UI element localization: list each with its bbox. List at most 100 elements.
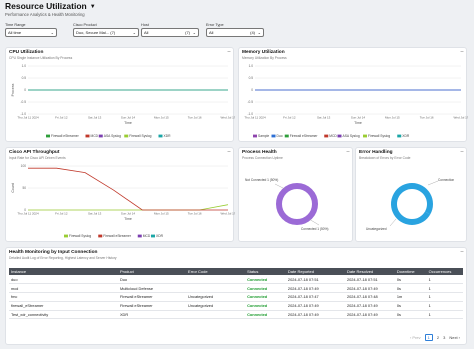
- legend-swatch: [253, 134, 257, 138]
- legend-swatch: [98, 134, 103, 138]
- table-cell: 0s: [394, 283, 427, 294]
- legend-swatch: [64, 234, 68, 238]
- table-cell: Connected: [245, 301, 286, 311]
- column-header[interactable]: Date Resolved: [344, 268, 395, 275]
- legend-label: Sample: [258, 134, 269, 138]
- donut-slice-connection: [411, 183, 433, 215]
- chevron-down-icon[interactable]: ▼: [90, 4, 96, 10]
- legend-swatch: [363, 134, 367, 138]
- host-select[interactable]: All (7) ⌄: [141, 28, 199, 37]
- table-row[interactable]: Test_xdr_connectivity XDR Connected 2024-07…: [9, 310, 463, 320]
- donut-label-not-connected: Not Connected 1 (50%): [245, 178, 278, 182]
- x-tick-label: Wed Jul 17: [454, 116, 468, 120]
- table-row[interactable]: fmc Firewall eStreamer Uncategorized Connec…: [9, 292, 463, 302]
- table-cell: 1: [426, 301, 463, 311]
- cisco-product-select[interactable]: Duo, Secure Mal... (7) ⌄: [73, 28, 139, 37]
- legend-label: MCD: [91, 134, 99, 138]
- time-range-select[interactable]: All time ⌄: [5, 28, 57, 37]
- donut-slice-connected: [276, 183, 298, 225]
- column-header[interactable]: Occurrences: [426, 268, 463, 275]
- legend-swatch: [324, 134, 329, 138]
- filter-bar: Time Range All time ⌄ Cisco Product Duo, …: [5, 23, 465, 43]
- callout-line: [427, 180, 439, 186]
- table-cell: XDR: [117, 310, 187, 320]
- select-count: (7): [185, 30, 190, 35]
- table-cell: 1: [426, 310, 463, 320]
- legend-swatch: [124, 134, 129, 138]
- process-health-donut: Not Connected 1 (50%) Connected 1 (50%): [245, 178, 328, 231]
- process-health-card: Process Health Process Connection Uptime…: [238, 147, 353, 242]
- donut-label-connected: Connected 1 (50%): [301, 227, 328, 231]
- y-axis-label: Count: [11, 183, 15, 192]
- page-2-button[interactable]: 2: [437, 335, 439, 340]
- error-handling-card: Error Handling Breakdown of Errors by Er…: [355, 147, 467, 242]
- more-menu-icon[interactable]: ···: [460, 249, 464, 255]
- x-tick-label: Sun Jul 14: [121, 212, 136, 216]
- x-tick-label: Thu Jul 11 2024: [244, 116, 266, 120]
- table-cell: mcd: [9, 283, 118, 294]
- column-header[interactable]: Downtime: [394, 268, 427, 275]
- legend-label: Firewall Syslog: [129, 134, 151, 138]
- chevron-down-icon: ⌄: [192, 30, 196, 35]
- page-3-button[interactable]: 3: [443, 335, 445, 340]
- legend-label: ASA Syslog: [343, 134, 360, 138]
- x-tick-label: Mon Jul 15: [154, 116, 169, 120]
- table-cell: 0s: [394, 310, 427, 320]
- table-cell: 2024-07-18 07:47: [285, 292, 345, 302]
- cpu-utilization-card: CPU Utilization CPU Single Instance Util…: [5, 47, 235, 142]
- page-1-button[interactable]: 1: [424, 334, 433, 341]
- health-table: Instance Product Error Code Status Date Repo…: [9, 268, 463, 320]
- y-tick-label: 0: [251, 88, 253, 92]
- y-tick-label: 0: [24, 88, 26, 92]
- x-tick-label: Mon Jul 15: [385, 116, 400, 120]
- table-cell: fmc: [9, 292, 118, 302]
- series-line-firewall-syslog: [28, 204, 229, 211]
- callout-line: [274, 183, 286, 190]
- table-cell: 1m: [394, 292, 427, 302]
- column-header[interactable]: Date Reported: [285, 268, 345, 275]
- table-cell: 2024-07-18 07:48: [344, 292, 395, 302]
- next-page-button[interactable]: Next ›: [449, 335, 460, 340]
- legend-label: XDR: [402, 134, 410, 138]
- filter-cisco-product: Cisco Product Duo, Secure Mal... (7) ⌄: [73, 23, 139, 37]
- table-cell: Connected: [245, 310, 286, 320]
- table-cell: [186, 283, 246, 294]
- legend-swatch: [337, 134, 342, 138]
- legend-swatch: [85, 134, 90, 138]
- legend-label: Duo: [277, 134, 283, 138]
- y-tick-label: 1.0: [22, 64, 27, 68]
- prev-page-button[interactable]: ‹ Prev: [410, 335, 421, 340]
- filter-host: Host All (7) ⌄: [141, 23, 199, 37]
- table-row[interactable]: mcd Multicloud Defense Connected 2024-07-18…: [9, 283, 463, 294]
- table-cell: Connected: [245, 292, 286, 302]
- x-tick-label: Sun Jul 14: [351, 116, 366, 120]
- x-tick-label: Wed Jul 17: [221, 116, 235, 120]
- x-tick-label: Sun Jul 14: [121, 116, 136, 120]
- error-type-select[interactable]: All (4) ⌄: [206, 28, 264, 37]
- table-cell: 2024-07-18 07:49: [285, 310, 345, 320]
- column-header[interactable]: Product: [117, 268, 187, 275]
- x-tick-label: Tue Jul 16: [188, 116, 202, 120]
- error-handling-donut: Connection Uncategorized: [366, 178, 454, 231]
- legend-label: ASA Syslog: [104, 134, 121, 138]
- x-tick-label: Fri Jul 12: [283, 116, 296, 120]
- legend-swatch: [98, 234, 103, 238]
- legend-label: MCD: [143, 234, 151, 238]
- table-cell: 2024-07-18 07:49: [344, 283, 395, 294]
- table-cell: Connected: [245, 283, 286, 294]
- column-header[interactable]: Status: [245, 268, 286, 275]
- column-header[interactable]: Instance: [9, 268, 118, 275]
- table-cell: Duo: [117, 275, 187, 285]
- y-tick-label: 100: [21, 164, 27, 168]
- x-tick-label: Sat Jul 13: [88, 212, 102, 216]
- table-header-row: Instance Product Error Code Status Date Repo…: [9, 268, 463, 275]
- legend-swatch: [271, 134, 276, 138]
- legend-label: Firewall Syslog: [368, 134, 390, 138]
- column-header[interactable]: Error Code: [186, 268, 246, 275]
- table-cell: Firewall eStreamer: [117, 292, 187, 302]
- table-cell: [186, 275, 246, 285]
- table-row[interactable]: firewall_eStreamer Firewall eStreamer Unca…: [9, 301, 463, 311]
- legend-label: Firewall Syslog: [69, 234, 91, 238]
- table-row[interactable]: duo Duo Connected 2024-07-18 07:51 2024-07-1…: [9, 275, 463, 285]
- page-title[interactable]: Resource Utilization ▼: [5, 1, 96, 11]
